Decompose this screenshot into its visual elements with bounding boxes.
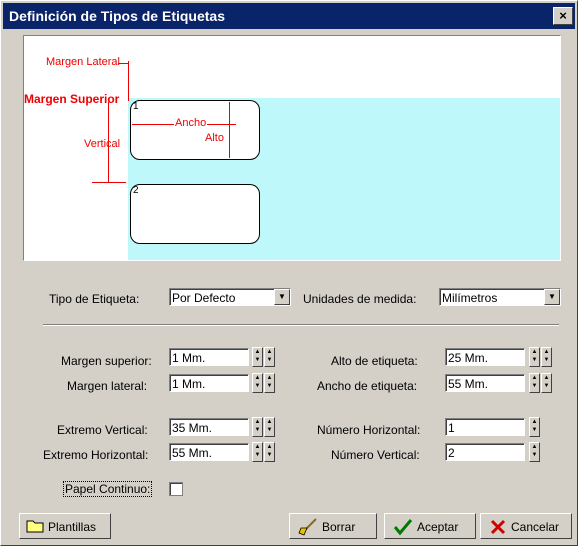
preview-label-2: 2 bbox=[130, 184, 260, 244]
window-title: Definición de Tipos de Etiquetas bbox=[9, 8, 225, 24]
numero-vertical-spin[interactable]: ▲ ▼ bbox=[529, 442, 540, 462]
margen-lateral-input[interactable]: 1 Mm. bbox=[169, 374, 249, 392]
margen-superior-input[interactable]: 1 Mm. bbox=[169, 348, 249, 366]
papel-continuo-checkbox[interactable] bbox=[169, 482, 183, 496]
preview-label-1: 1 bbox=[130, 100, 260, 160]
tipo-etiqueta-select[interactable]: Por Defecto ▼ bbox=[169, 288, 291, 306]
plantillas-label: Plantillas bbox=[48, 520, 97, 534]
cancelar-label: Cancelar bbox=[511, 520, 560, 534]
unidades-medida-label: Unidades de medida: bbox=[303, 292, 417, 306]
alto-etiqueta-input[interactable]: 25 Mm. bbox=[445, 348, 525, 366]
vertical-annotation: Vertical bbox=[84, 138, 121, 150]
tipo-etiqueta-label: Tipo de Etiqueta: bbox=[49, 292, 140, 306]
margen-superior-annotation: Margen Superior bbox=[24, 92, 120, 106]
alto-annotation: Alto bbox=[204, 132, 225, 144]
dialog-window: Definición de Tipos de Etiquetas × 1 2 M… bbox=[0, 0, 578, 546]
extremo-horizontal-spin-dec[interactable]: ▲ ▼ bbox=[264, 442, 275, 462]
unidades-medida-select[interactable]: Milímetros ▼ bbox=[439, 288, 561, 306]
aceptar-label: Aceptar bbox=[417, 520, 459, 534]
numero-vertical-label: Número Vertical: bbox=[331, 448, 420, 462]
extremo-vertical-input[interactable]: 35 Mm. bbox=[169, 418, 249, 436]
alto-line bbox=[229, 102, 230, 158]
margen-superior-label: Margen superior: bbox=[61, 354, 152, 368]
checkmark-icon bbox=[393, 519, 413, 536]
margen-lateral-line bbox=[118, 63, 128, 64]
numero-vertical-input[interactable]: 2 bbox=[445, 443, 525, 461]
margen-lateral-tick bbox=[128, 61, 129, 101]
extremo-vertical-spin-inc[interactable]: ▲ ▼ bbox=[252, 417, 263, 437]
ancho-etiqueta-spin-inc[interactable]: ▲ ▼ bbox=[529, 373, 540, 393]
extremo-horizontal-label: Extremo Horizontal: bbox=[43, 448, 149, 462]
margen-lateral-spin-dec[interactable]: ▲ ▼ bbox=[264, 373, 275, 393]
borrar-button[interactable]: Borrar bbox=[289, 513, 377, 539]
cancelar-button[interactable]: Cancelar bbox=[480, 513, 572, 539]
tipo-etiqueta-value: Por Defecto bbox=[172, 291, 236, 305]
chevron-down-icon[interactable]: ▼ bbox=[274, 289, 290, 305]
alto-etiqueta-label: Alto de etiqueta: bbox=[331, 354, 418, 368]
vertical-bottom-line bbox=[92, 182, 126, 183]
ancho-etiqueta-spin-dec[interactable]: ▲ ▼ bbox=[541, 373, 552, 393]
margen-superior-spin-dec[interactable]: ▲ ▼ bbox=[264, 347, 275, 367]
chevron-down-icon[interactable]: ▼ bbox=[544, 289, 560, 305]
margen-lateral-annotation: Margen Lateral bbox=[46, 56, 120, 68]
ancho-etiqueta-input[interactable]: 55 Mm. bbox=[445, 374, 525, 392]
label-2-number: 2 bbox=[133, 185, 139, 196]
aceptar-button[interactable]: Aceptar bbox=[384, 513, 476, 539]
separator bbox=[43, 324, 559, 326]
extremo-vertical-spin-dec[interactable]: ▲ ▼ bbox=[264, 417, 275, 437]
numero-horizontal-input[interactable]: 1 bbox=[445, 418, 525, 436]
margen-lateral-spin-inc[interactable]: ▲ ▼ bbox=[252, 373, 263, 393]
ancho-annotation: Ancho bbox=[174, 117, 208, 129]
label-preview: 1 2 Margen Lateral Margen Superior Verti… bbox=[23, 35, 561, 261]
numero-horizontal-label: Número Horizontal: bbox=[317, 423, 421, 437]
vertical-line bbox=[108, 102, 109, 182]
papel-continuo-label: Papel Continuo: bbox=[63, 481, 153, 497]
x-icon bbox=[490, 519, 506, 535]
margen-lateral-label: Margen lateral: bbox=[67, 379, 148, 393]
title-bar: Definición de Tipos de Etiquetas × bbox=[3, 3, 575, 29]
numero-horizontal-spin[interactable]: ▲ ▼ bbox=[529, 417, 540, 437]
ancho-etiqueta-label: Ancho de etiqueta: bbox=[317, 379, 418, 393]
margen-superior-spin-inc[interactable]: ▲ ▼ bbox=[252, 347, 263, 367]
extremo-vertical-label: Extremo Vertical: bbox=[57, 423, 148, 437]
folder-icon bbox=[26, 520, 44, 533]
label-1-number: 1 bbox=[133, 101, 139, 112]
extremo-horizontal-input[interactable]: 55 Mm. bbox=[169, 443, 249, 461]
extremo-horizontal-spin-inc[interactable]: ▲ ▼ bbox=[252, 442, 263, 462]
close-button[interactable]: × bbox=[553, 7, 573, 25]
borrar-label: Borrar bbox=[322, 520, 356, 534]
unidades-medida-value: Milímetros bbox=[442, 291, 498, 305]
plantillas-button[interactable]: Plantillas bbox=[19, 513, 111, 539]
broom-icon bbox=[298, 518, 317, 536]
alto-etiqueta-spin-dec[interactable]: ▲ ▼ bbox=[541, 347, 552, 367]
alto-etiqueta-spin-inc[interactable]: ▲ ▼ bbox=[529, 347, 540, 367]
